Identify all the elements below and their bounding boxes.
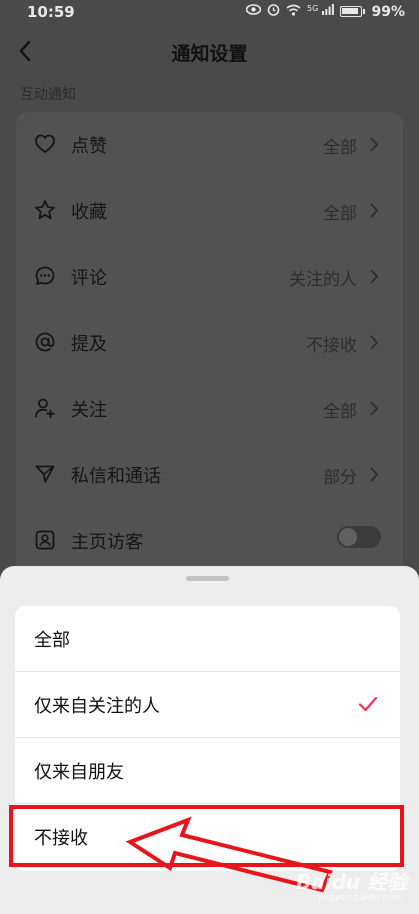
at-icon — [34, 331, 56, 353]
setting-label: 私信和通话 — [71, 466, 161, 487]
option-followed-only[interactable]: 仅来自关注的人 — [15, 672, 400, 738]
setting-label: 收藏 — [71, 202, 107, 223]
chevron-right-icon — [369, 400, 379, 417]
settings-card: 点赞 全部 收藏 全部 评论 关注的人 提及 不接收 关注 全部 私信和通话 部… — [16, 112, 403, 582]
section-label: 互动通知 — [20, 87, 76, 103]
user-add-icon — [34, 397, 56, 419]
battery-level: 99% — [371, 3, 405, 20]
setting-row-likes[interactable]: 点赞 全部 — [16, 112, 403, 178]
setting-label: 点赞 — [71, 136, 107, 157]
checkmark-icon — [358, 696, 378, 712]
setting-value: 全部 — [323, 138, 357, 158]
sheet-drag-handle[interactable] — [186, 576, 229, 581]
setting-value: 全部 — [323, 402, 357, 422]
setting-row-mentions[interactable]: 提及 不接收 — [16, 310, 403, 376]
setting-value: 关注的人 — [289, 270, 357, 290]
option-friends-only[interactable]: 仅来自朋友 — [15, 738, 400, 804]
header: 通知设置 — [0, 26, 419, 80]
setting-label: 关注 — [71, 400, 107, 421]
highlight-box — [9, 805, 404, 867]
watermark-logo: Baidu 经验 — [296, 870, 408, 894]
chevron-right-icon — [369, 334, 379, 351]
chevron-right-icon — [369, 268, 379, 285]
heart-icon — [34, 133, 56, 155]
setting-value: 全部 — [323, 204, 357, 224]
wifi-icon — [286, 4, 301, 20]
setting-row-profile-visitors[interactable]: 主页访客 — [16, 508, 403, 574]
status-icons: 5G 99% — [245, 3, 405, 20]
setting-label: 主页访客 — [71, 532, 143, 553]
page-title: 通知设置 — [171, 43, 248, 65]
setting-row-messages[interactable]: 私信和通话 部分 — [16, 442, 403, 508]
chevron-right-icon — [369, 466, 379, 483]
option-label: 仅来自朋友 — [34, 762, 124, 783]
battery-cap — [363, 9, 366, 14]
signal-icon: 5G — [307, 4, 335, 19]
battery-icon — [340, 6, 363, 17]
option-label: 仅来自关注的人 — [34, 696, 160, 717]
profile-visitors-toggle[interactable] — [337, 526, 381, 548]
setting-row-favorites[interactable]: 收藏 全部 — [16, 178, 403, 244]
setting-label: 评论 — [71, 268, 107, 289]
option-label: 全部 — [34, 630, 70, 651]
send-icon — [34, 463, 56, 485]
watermark-url: jingyan.baidu.com — [318, 893, 402, 903]
alarm-icon — [267, 3, 280, 20]
setting-value: 不接收 — [306, 336, 357, 356]
setting-row-follows[interactable]: 关注 全部 — [16, 376, 403, 442]
setting-label: 提及 — [71, 334, 107, 355]
setting-value: 部分 — [323, 468, 357, 488]
setting-row-comments[interactable]: 评论 关注的人 — [16, 244, 403, 310]
profile-icon — [34, 529, 56, 551]
chevron-right-icon — [369, 136, 379, 153]
option-all[interactable]: 全部 — [15, 606, 400, 672]
eye-icon — [245, 4, 262, 19]
chevron-right-icon — [369, 202, 379, 219]
status-time: 10:59 — [27, 3, 75, 21]
star-icon — [34, 199, 56, 221]
network-label: 5G — [307, 4, 319, 13]
status-bar: 10:59 5G 99% — [0, 0, 419, 26]
toggle-knob — [339, 528, 357, 546]
comment-icon — [34, 265, 56, 287]
